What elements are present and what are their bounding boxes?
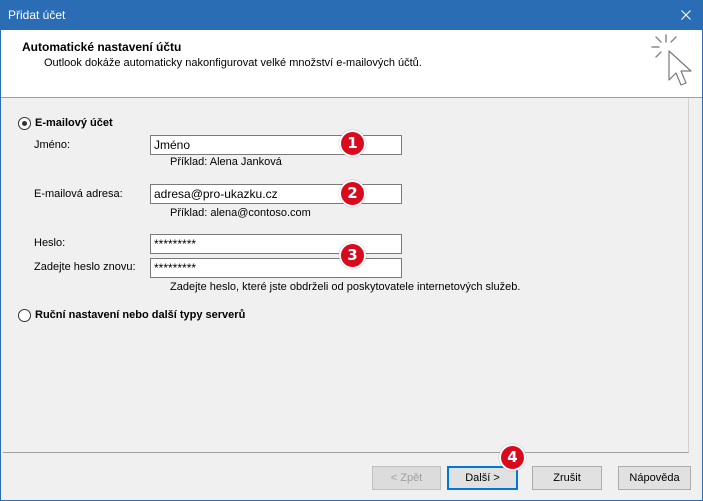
cursor-sparkle-icon: [651, 34, 692, 86]
annotation-badge-4: 4: [499, 444, 526, 471]
annotation-badge-1: 1: [339, 130, 366, 157]
header-panel: Automatické nastavení účtu Outlook dokáž…: [1, 30, 702, 98]
password-confirm-label: Zadejte heslo znovu:: [34, 261, 136, 273]
add-account-dialog: Přidat účet Automatické nastavení účtu O…: [0, 0, 703, 501]
cancel-button[interactable]: Zrušit: [532, 466, 602, 490]
title-bar: Přidat účet: [0, 0, 703, 30]
back-button[interactable]: < Zpět: [372, 466, 441, 490]
annotation-badge-3: 3: [339, 242, 366, 269]
annotation-badge-2: 2: [339, 180, 366, 207]
window-title: Přidat účet: [8, 8, 66, 22]
manual-setup-radio-label: Ruční nastavení nebo další typy serverů: [35, 309, 246, 321]
help-button[interactable]: Nápověda: [618, 466, 691, 490]
email-label: E-mailová adresa:: [34, 188, 123, 200]
name-hint: Příklad: Alena Janková: [170, 156, 282, 168]
manual-setup-radio[interactable]: Ruční nastavení nebo další typy serverů: [18, 308, 245, 322]
header-subtitle: Outlook dokáže automaticky nakonfigurova…: [44, 57, 422, 69]
password-hint: Zadejte heslo, které jste obdrželi od po…: [170, 281, 521, 293]
header-title: Automatické nastavení účtu: [22, 40, 182, 54]
close-icon: [681, 10, 691, 20]
close-button[interactable]: [669, 0, 703, 30]
radio-unselected-icon: [18, 308, 31, 322]
radio-selected-icon: [18, 116, 31, 130]
email-account-radio[interactable]: E-mailový účet: [18, 116, 113, 130]
email-account-radio-label: E-mailový účet: [35, 117, 113, 129]
password-label: Heslo:: [34, 237, 66, 249]
email-hint: Příklad: alena@contoso.com: [170, 207, 311, 219]
name-label: Jméno:: [34, 139, 71, 151]
